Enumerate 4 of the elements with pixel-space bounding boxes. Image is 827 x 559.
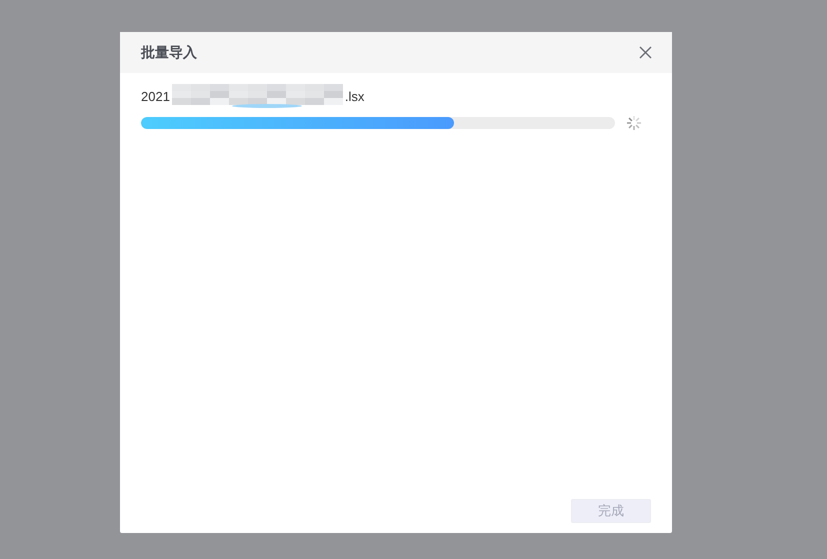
file-extension: .lsx	[344, 88, 364, 104]
file-name: 2021	[141, 88, 170, 104]
close-icon[interactable]	[639, 46, 652, 59]
dialog-title: 批量导入	[141, 44, 197, 62]
